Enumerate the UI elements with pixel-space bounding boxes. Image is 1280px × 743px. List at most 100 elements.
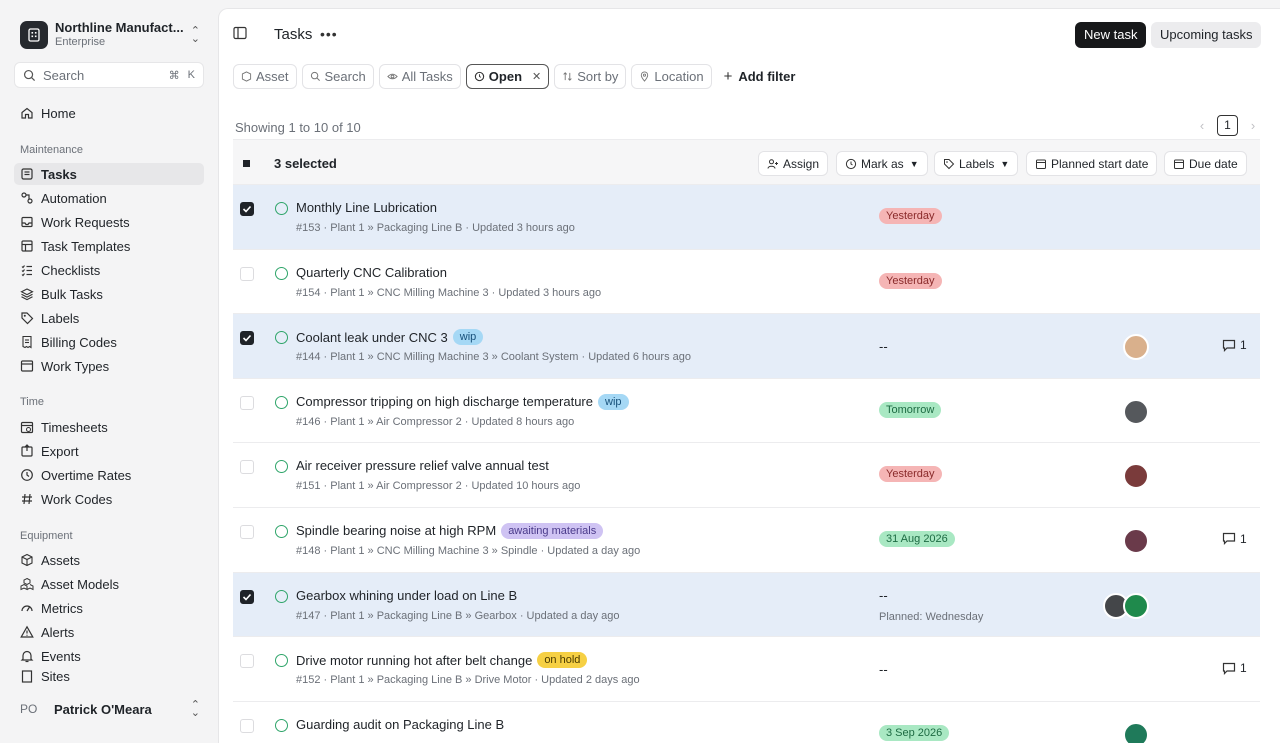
filter-status-open[interactable]: Open ✕	[465, 63, 550, 89]
sidebar-item-timesheets[interactable]: Timesheets	[14, 416, 204, 438]
sidebar-item-events[interactable]: Events	[14, 645, 204, 667]
more-icon[interactable]: •••	[320, 26, 338, 42]
assign-button[interactable]: Assign	[758, 151, 829, 176]
upcoming-tasks-button[interactable]: Upcoming tasks	[1151, 22, 1262, 48]
row-checkbox[interactable]	[240, 202, 254, 216]
sidebar-item-assets[interactable]: Assets	[14, 549, 204, 571]
status-open-icon[interactable]	[275, 654, 288, 668]
sidebar-search[interactable]: Search ⌘ K	[14, 62, 204, 88]
receipt-icon	[22, 335, 32, 349]
avatar[interactable]	[1123, 463, 1149, 490]
filter-search[interactable]: Search	[301, 63, 374, 89]
sidebar-item-sites[interactable]: Sites	[14, 669, 204, 683]
comment-count[interactable]: 1	[1222, 661, 1247, 675]
status-open-icon[interactable]	[275, 718, 288, 732]
close-icon[interactable]: ✕	[532, 70, 541, 83]
sidebar-item-overtime-rates[interactable]: Overtime Rates	[14, 464, 204, 486]
add-filter-button[interactable]: + Add filter	[716, 63, 803, 89]
cube-icon	[21, 553, 33, 567]
sidebar-item-work-requests[interactable]: Work Requests	[14, 211, 204, 233]
page-number[interactable]: 1	[1217, 115, 1238, 136]
chevron-updown-icon: ⌃ ⌄	[190, 25, 200, 45]
chevron-left-icon[interactable]: ‹	[1195, 118, 1209, 133]
button-label: Mark as	[861, 156, 904, 171]
select-all-checkbox[interactable]	[243, 160, 250, 167]
sidebar-item-work-types[interactable]: Work Types	[14, 355, 204, 377]
task-title[interactable]: Spindle bearing noise at high RPM	[296, 523, 496, 538]
task-title[interactable]: Gearbox whining under load on Line B	[296, 588, 517, 603]
sidebar-item-home[interactable]: Home	[14, 102, 204, 124]
sidebar-item-checklists[interactable]: Checklists	[14, 259, 204, 281]
row-checkbox[interactable]	[240, 589, 254, 604]
task-title[interactable]: Coolant leak under CNC 3	[296, 330, 448, 345]
avatar[interactable]	[1123, 527, 1149, 554]
table-row[interactable]: Monthly Line Lubrication #153 · Plant 1 »…	[233, 185, 1260, 250]
status-open-icon[interactable]	[275, 524, 288, 538]
sidebar-item-tasks[interactable]: Tasks	[14, 163, 204, 185]
task-title[interactable]: Air receiver pressure relief valve annua…	[296, 458, 549, 473]
table-row[interactable]: Drive motor running hot after belt chang…	[233, 637, 1260, 702]
status-open-icon[interactable]	[275, 460, 288, 474]
table-row[interactable]: Compressor tripping on high discharge te…	[233, 378, 1260, 444]
status-open-icon[interactable]	[275, 589, 288, 603]
status-open-icon[interactable]	[275, 202, 288, 215]
planned-start-date-button[interactable]: Planned start date	[1026, 151, 1158, 176]
new-task-button[interactable]: New task	[1075, 22, 1147, 48]
sidebar-toggle-icon[interactable]	[233, 26, 247, 40]
status-open-icon[interactable]	[275, 266, 288, 280]
filter-location[interactable]: Location	[631, 63, 712, 89]
chevron-right-icon[interactable]: ›	[1246, 118, 1260, 133]
row-checkbox[interactable]	[240, 460, 254, 475]
sidebar-item-automation[interactable]: Automation	[14, 187, 204, 209]
row-checkbox[interactable]	[240, 524, 254, 539]
task-title[interactable]: Monthly Line Lubrication	[296, 200, 437, 215]
task-title[interactable]: Quarterly CNC Calibration	[296, 265, 447, 280]
sidebar-item-asset-models[interactable]: Asset Models	[14, 573, 204, 595]
avatar[interactable]	[1123, 398, 1149, 425]
assignees	[1103, 721, 1149, 743]
row-checkbox[interactable]	[240, 718, 254, 733]
sidebar-item-work-codes[interactable]: Work Codes	[14, 488, 204, 510]
sidebar-item-labels[interactable]: Labels	[14, 307, 204, 329]
sort-by[interactable]: Sort by	[554, 63, 627, 89]
sidebar-item-task-templates[interactable]: Task Templates	[14, 235, 204, 257]
filter-asset[interactable]: Asset	[233, 63, 297, 89]
sidebar-item-bulk-tasks[interactable]: Bulk Tasks	[14, 283, 204, 305]
sidebar-item-export[interactable]: Export	[14, 440, 204, 462]
table-row[interactable]: Gearbox whining under load on Line B #147…	[233, 572, 1260, 638]
due-date-badge: Yesterday	[879, 466, 942, 483]
sidebar-item-billing-codes[interactable]: Billing Codes	[14, 331, 204, 353]
table-row[interactable]: Quarterly CNC Calibration #154 · Plant 1 …	[233, 249, 1260, 315]
table-row[interactable]: Spindle bearing noise at high RPM awaitin…	[233, 507, 1260, 573]
status-open-icon[interactable]	[275, 395, 288, 409]
task-title[interactable]: Guarding audit on Packaging Line B	[296, 717, 504, 732]
table-row[interactable]: Coolant leak under CNC 3 wip #144 · Plant …	[233, 314, 1260, 379]
row-checkbox[interactable]	[240, 395, 254, 410]
automation-icon	[21, 192, 33, 204]
sidebar-item-alerts[interactable]: Alerts	[14, 621, 204, 643]
row-checkbox[interactable]	[240, 266, 254, 281]
avatar[interactable]	[1123, 721, 1149, 743]
mark-as-dropdown[interactable]: Mark as ▼	[836, 151, 928, 176]
nav-section-time: Time	[20, 396, 45, 408]
comment-count[interactable]: 1	[1222, 338, 1247, 352]
task-title[interactable]: Compressor tripping on high discharge te…	[296, 394, 593, 409]
sidebar-item-metrics[interactable]: Metrics	[14, 597, 204, 619]
inbox-icon	[21, 216, 33, 228]
filter-view[interactable]: All Tasks	[378, 63, 461, 89]
labels-dropdown[interactable]: Labels ▼	[934, 151, 1019, 176]
due-date-button[interactable]: Due date	[1164, 151, 1247, 176]
row-checkbox[interactable]	[240, 654, 254, 669]
comment-count[interactable]: 1	[1222, 532, 1247, 546]
table-row[interactable]: Guarding audit on Packaging Line B 3 Sep …	[233, 701, 1260, 743]
table-row[interactable]: Air receiver pressure relief valve annua…	[233, 443, 1260, 508]
org-switcher[interactable]: Northline Manufact... Enterprise ⌃ ⌄	[20, 20, 200, 50]
task-meta: #148 · Plant 1 » CNC Milling Machine 3 »…	[296, 544, 641, 557]
user-menu[interactable]: PO Patrick O'Meara ⌃ ⌄	[20, 698, 200, 720]
task-title[interactable]: Drive motor running hot after belt chang…	[296, 653, 532, 668]
status-open-icon[interactable]	[275, 331, 288, 345]
row-checkbox[interactable]	[240, 331, 254, 346]
avatar[interactable]	[1123, 334, 1149, 361]
due-date-badge: Yesterday	[879, 272, 942, 289]
avatar[interactable]	[1123, 592, 1149, 619]
